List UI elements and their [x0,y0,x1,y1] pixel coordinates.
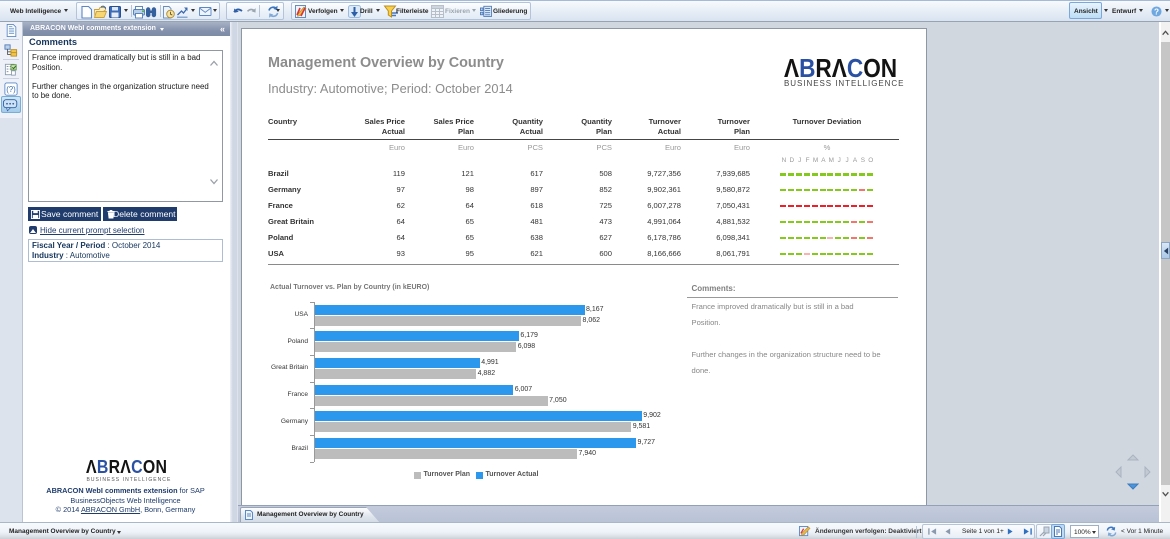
svg-text:?: ? [1154,7,1159,16]
svg-text:(?): (?) [6,85,16,94]
